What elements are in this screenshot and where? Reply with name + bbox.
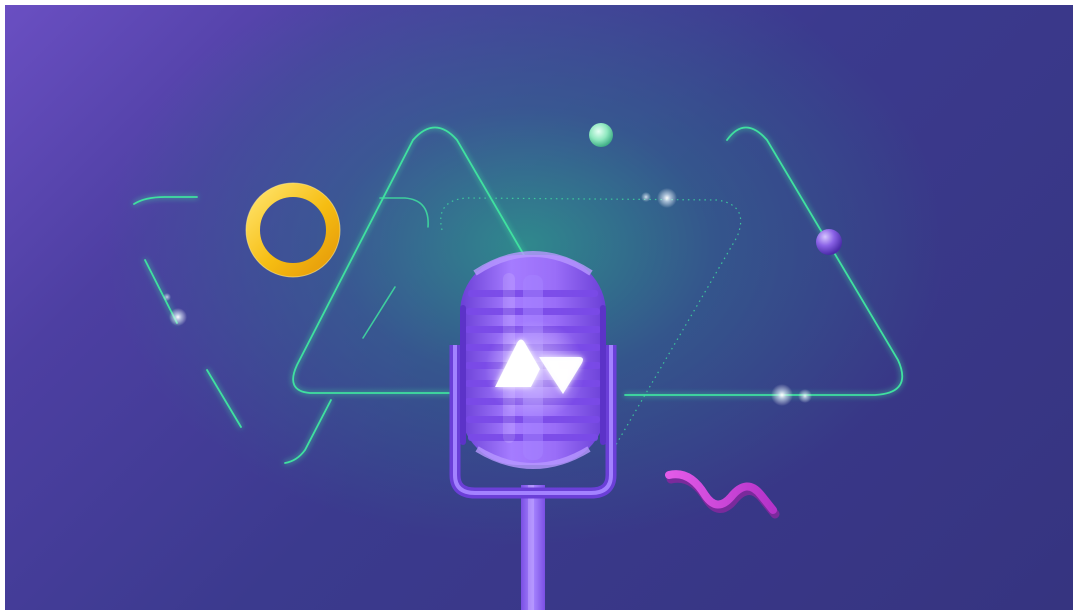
illustration-canvas (133, 123, 904, 610)
left-triangle-outline (133, 196, 332, 464)
microphone-icon (449, 251, 617, 610)
purple-sphere (816, 229, 842, 255)
ring-shape (245, 182, 341, 278)
hero-illustration (5, 5, 1073, 610)
squiggle-shape (665, 470, 780, 519)
green-sphere (589, 123, 613, 147)
right-triangle-outline (624, 126, 904, 396)
